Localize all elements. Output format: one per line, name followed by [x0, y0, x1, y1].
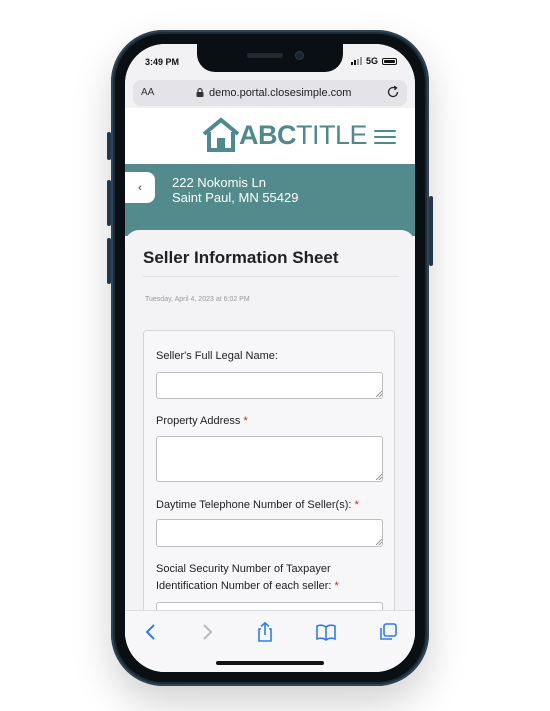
field-label-text: Social Security Number of Taxpayer Ident… — [156, 563, 332, 592]
required-marker: * — [334, 580, 339, 592]
form-card: Seller's Full Legal Name: Property Addre… — [143, 330, 395, 622]
url-text: demo.portal.closesimple.com — [209, 87, 352, 99]
house-icon — [202, 117, 240, 152]
lock-icon — [196, 88, 204, 97]
signal-icon — [350, 57, 362, 65]
property-city: Saint Paul, MN 55429 — [172, 190, 299, 205]
form-timestamp: Tuesday, April 4, 2023 at 6:02 PM — [145, 296, 250, 303]
volume-down-button — [107, 238, 111, 284]
front-camera — [295, 51, 304, 60]
form-content: Seller Information Sheet Tuesday, April … — [125, 230, 415, 622]
bookmarks-icon[interactable] — [315, 621, 337, 643]
notch — [197, 44, 343, 72]
page-title: Seller Information Sheet — [143, 248, 339, 267]
field-label-phone: Daytime Telephone Number of Seller(s): * — [156, 497, 386, 514]
phone-screen: 3:49 PM 5G AA demo.portal.closesimple.co… — [125, 44, 415, 672]
side-button — [107, 132, 111, 160]
back-button[interactable]: ‹ — [125, 172, 155, 203]
logo-bold: ABC — [239, 119, 297, 150]
speaker-grille — [247, 53, 283, 58]
back-arrow-icon[interactable] — [140, 621, 162, 643]
status-indicators: 5G — [350, 56, 397, 66]
field-label-seller-name: Seller's Full Legal Name: — [156, 348, 386, 365]
title-divider — [143, 276, 399, 277]
required-marker: * — [354, 499, 359, 511]
resize-grip-icon[interactable] — [376, 539, 382, 545]
phone-field[interactable] — [156, 519, 383, 547]
field-label-ssn: Social Security Number of Taxpayer Ident… — [156, 561, 386, 595]
network-label: 5G — [365, 56, 378, 66]
text-size-button[interactable]: AA — [141, 87, 154, 98]
property-street: 222 Nokomis Ln — [172, 175, 266, 190]
browser-address-bar: AA demo.portal.closesimple.com — [125, 78, 415, 108]
url-field[interactable]: AA demo.portal.closesimple.com — [133, 80, 407, 106]
mockup-stage: 3:49 PM 5G AA demo.portal.closesimple.co… — [0, 0, 550, 711]
volume-up-button — [107, 180, 111, 226]
field-label-text: Property Address — [156, 415, 241, 427]
tabs-icon[interactable] — [377, 621, 399, 643]
reload-icon[interactable] — [385, 84, 401, 100]
field-label-text: Seller's Full Legal Name: — [156, 350, 278, 362]
logo-text: ABCTITLE — [239, 119, 368, 151]
resize-grip-icon[interactable] — [376, 474, 382, 480]
battery-icon — [382, 57, 397, 65]
menu-icon[interactable] — [374, 130, 396, 146]
required-marker: * — [243, 415, 248, 427]
logo-light: TITLE — [296, 119, 368, 150]
resize-grip-icon[interactable] — [376, 391, 382, 397]
home-indicator[interactable] — [216, 661, 324, 665]
field-label-property-address: Property Address * — [156, 413, 386, 430]
browser-toolbar — [125, 610, 415, 672]
property-address-field[interactable] — [156, 436, 383, 482]
brand-logo[interactable]: ABCTITLE — [201, 117, 368, 152]
seller-name-field[interactable] — [156, 372, 383, 399]
power-button — [429, 196, 433, 266]
forward-arrow-icon[interactable] — [196, 621, 218, 643]
share-icon[interactable] — [254, 621, 276, 643]
field-label-text: Daytime Telephone Number of Seller(s): — [156, 499, 352, 511]
status-time: 3:49 PM — [145, 57, 180, 67]
site-header: ABCTITLE — [125, 108, 415, 164]
property-banner: ‹ 222 Nokomis Ln Saint Paul, MN 55429 — [125, 164, 415, 236]
